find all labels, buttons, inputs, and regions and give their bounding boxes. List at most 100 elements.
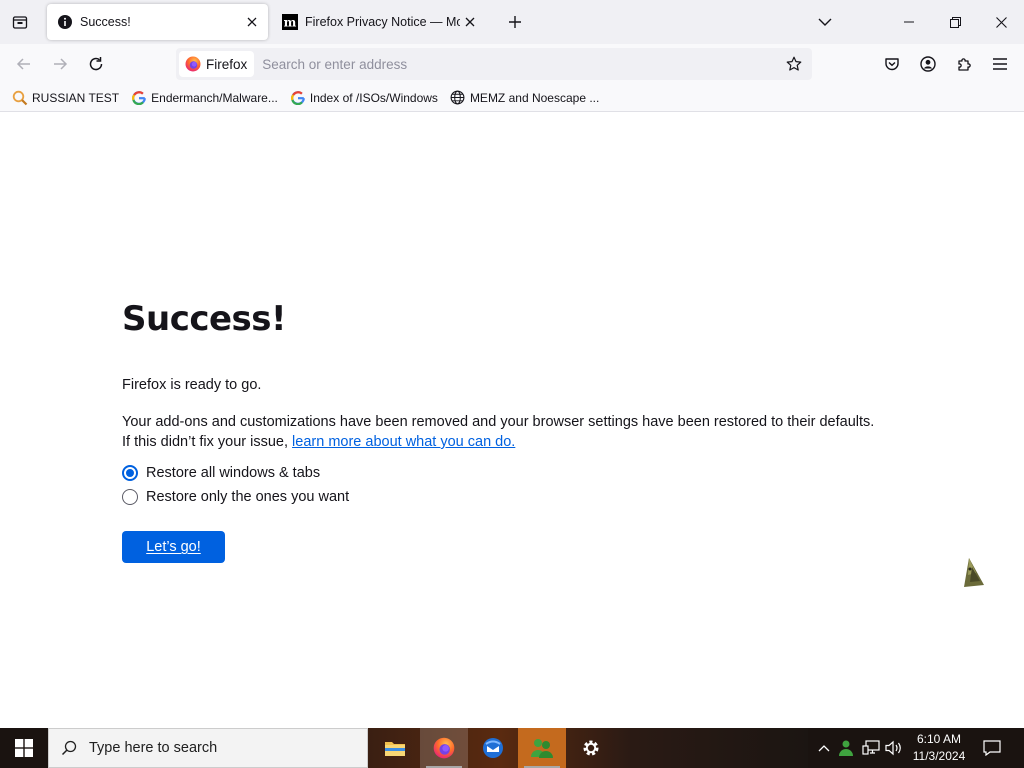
tab-success[interactable]: Success! <box>47 4 268 40</box>
chevron-up-icon <box>818 745 830 752</box>
restore-all-radio[interactable] <box>122 465 138 481</box>
tab-strip: Success! m Firefox Privacy Notice — Mozi… <box>0 0 1024 44</box>
page-title: Success! <box>122 299 287 339</box>
bookmark-index-isos[interactable]: Index of /ISOs/Windows <box>286 87 442 109</box>
search-icon <box>59 738 79 758</box>
users-icon <box>531 739 553 758</box>
back-button[interactable] <box>10 50 38 78</box>
close-tab-icon[interactable] <box>242 12 262 32</box>
network-icon <box>862 740 880 755</box>
navigation-toolbar: Firefox <box>0 44 1024 84</box>
gear-icon <box>583 740 599 756</box>
pocket-button[interactable] <box>878 50 906 78</box>
firefox-view-button[interactable] <box>6 8 34 36</box>
ready-text: Firefox is ready to go. <box>122 377 262 393</box>
info-icon <box>57 14 73 30</box>
clock-date: 11/3/2024 <box>912 749 966 763</box>
learn-more-link[interactable]: learn more about what you can do. <box>292 434 515 450</box>
bookmark-label: MEMZ and Noescape ... <box>469 90 600 105</box>
restore-all-option[interactable]: Restore all windows & tabs <box>122 465 320 481</box>
app-menu-button[interactable] <box>986 50 1014 78</box>
restore-some-radio[interactable] <box>122 489 138 505</box>
reload-button[interactable] <box>82 50 110 78</box>
folder-icon <box>385 742 405 756</box>
firefox-view-icon <box>12 16 28 29</box>
user-icon <box>839 740 853 756</box>
desktop-pet-sprite <box>964 558 984 587</box>
url-bar: Firefox <box>176 48 812 80</box>
show-hidden-icons-button[interactable] <box>814 738 834 758</box>
identity-box[interactable]: Firefox <box>179 51 255 77</box>
lets-go-label: Let’s go! <box>146 539 201 555</box>
firefox-taskbar-button[interactable] <box>420 728 468 768</box>
extensions-button[interactable] <box>950 50 978 78</box>
restore-all-label: Restore all windows & tabs <box>146 465 321 481</box>
start-button[interactable] <box>0 728 48 768</box>
restore-some-label: Restore only the ones you want <box>146 489 350 505</box>
messenger-taskbar-button[interactable] <box>518 728 566 768</box>
speaker-icon <box>885 740 901 756</box>
bookmark-label: RUSSIAN TEST <box>32 90 120 105</box>
puzzle-piece-icon <box>958 58 971 71</box>
tray-user-icon-button[interactable] <box>836 738 856 758</box>
restore-button[interactable] <box>932 0 978 44</box>
clock-time: 6:10 AM <box>916 732 962 746</box>
file-explorer-taskbar-button[interactable] <box>371 728 419 768</box>
forward-button[interactable] <box>46 50 74 78</box>
thunderbird-icon <box>483 738 503 758</box>
bookmark-russian-test[interactable]: RUSSIAN TEST <box>8 87 123 109</box>
new-tab-button[interactable] <box>502 9 528 35</box>
bookmark-label: Index of /ISOs/Windows <box>309 90 438 105</box>
back-arrow-icon <box>16 58 30 70</box>
account-icon <box>920 56 936 72</box>
restore-icon <box>949 16 961 28</box>
minimize-button[interactable] <box>886 0 932 44</box>
taskbar-clock[interactable]: 6:10 AM 11/3/2024 <box>906 731 972 765</box>
chevron-down-icon <box>818 18 832 26</box>
taskbar-search-box[interactable]: Type here to search <box>48 728 368 768</box>
notification-icon <box>983 740 1001 756</box>
identity-label: Firefox <box>206 56 248 72</box>
firefox-logo-icon <box>433 737 455 759</box>
address-input[interactable] <box>262 51 780 77</box>
page-content: Success! Firefox is ready to go. Your ad… <box>0 113 1024 728</box>
restore-some-option[interactable]: Restore only the ones you want <box>122 489 349 505</box>
svg-text:m: m <box>284 16 297 30</box>
close-icon <box>995 16 1007 28</box>
thunderbird-taskbar-button[interactable] <box>469 728 517 768</box>
google-icon <box>131 90 147 106</box>
search-magnifier-icon <box>12 90 28 106</box>
firefox-logo-icon <box>185 56 201 72</box>
list-all-tabs-button[interactable] <box>812 9 838 35</box>
reload-icon <box>89 57 103 71</box>
plus-icon <box>509 16 521 28</box>
bookmark-memz[interactable]: MEMZ and Noescape ... <box>446 87 603 109</box>
description: Your add-ons and customizations have bee… <box>122 412 922 452</box>
minimize-icon <box>904 21 914 23</box>
forward-arrow-icon <box>54 58 68 70</box>
bookmark-star-button[interactable] <box>780 50 808 78</box>
action-center-button[interactable] <box>978 728 1006 768</box>
description-line-1: Your add-ons and customizations have bee… <box>122 414 875 430</box>
lets-go-button[interactable]: Let’s go! <box>122 531 225 563</box>
windows-taskbar: Type here to search 6:10 AM 11/3/2024 <box>0 728 1024 768</box>
hamburger-menu-icon <box>993 58 1007 70</box>
tab-privacy-notice[interactable]: m Firefox Privacy Notice — Mozill <box>276 4 486 40</box>
mozilla-m-icon: m <box>282 14 298 30</box>
taskbar-search-placeholder: Type here to search <box>89 740 218 756</box>
bookmark-label: Endermanch/Malware... <box>151 90 278 105</box>
pocket-icon <box>885 58 899 71</box>
network-button[interactable] <box>861 738 881 758</box>
account-button[interactable] <box>914 50 942 78</box>
star-icon <box>786 56 802 71</box>
windows-logo-icon <box>15 739 33 757</box>
bookmark-endermanch[interactable]: Endermanch/Malware... <box>127 87 282 109</box>
volume-button[interactable] <box>884 738 904 758</box>
tab-title: Firefox Privacy Notice — Mozill <box>305 15 460 29</box>
description-line-2: If this didn’t fix your issue, learn mor… <box>122 432 922 452</box>
settings-taskbar-button[interactable] <box>567 728 615 768</box>
close-tab-icon[interactable] <box>460 12 480 32</box>
close-window-button[interactable] <box>978 0 1024 44</box>
globe-icon <box>450 90 466 106</box>
google-icon <box>290 90 306 106</box>
